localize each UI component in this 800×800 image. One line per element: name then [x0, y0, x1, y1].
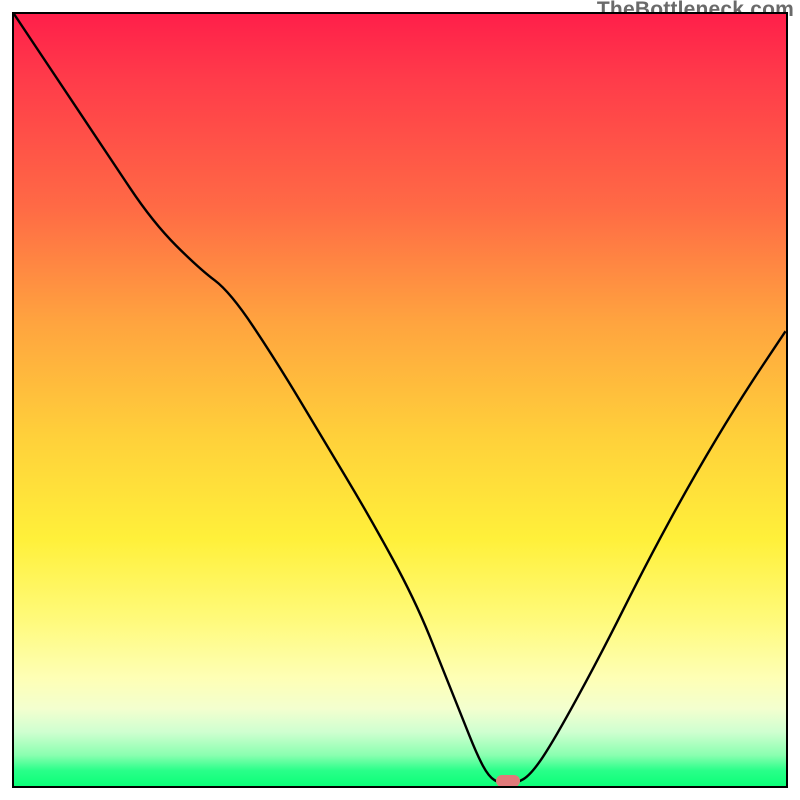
chart-container: TheBottleneck.com [0, 0, 800, 800]
plot-area [12, 12, 788, 788]
optimal-marker [496, 775, 520, 787]
bottleneck-curve [14, 14, 786, 786]
